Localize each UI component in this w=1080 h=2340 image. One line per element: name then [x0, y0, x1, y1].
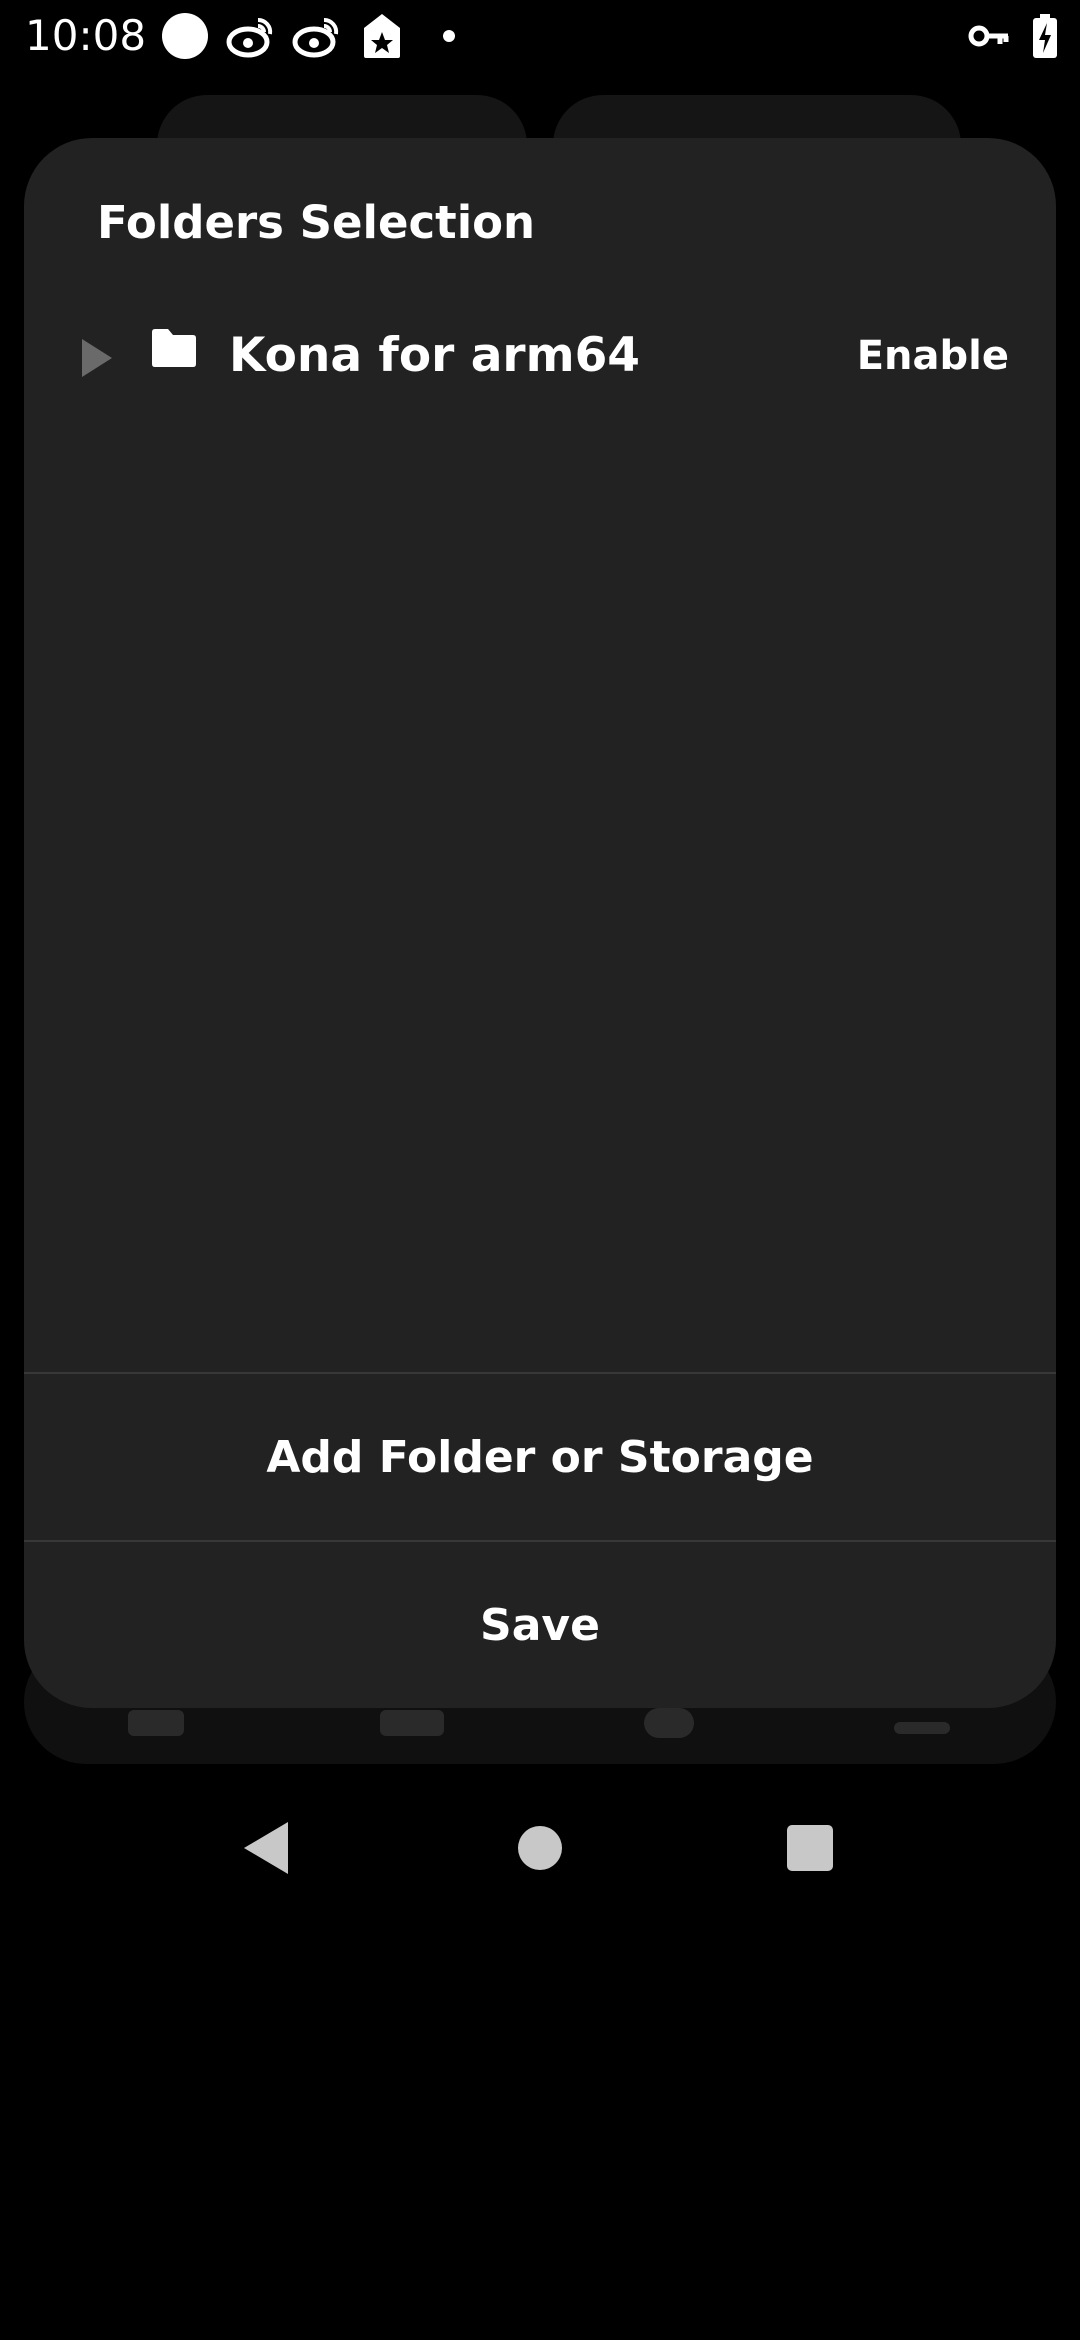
folder-row[interactable]: Kona for arm64 Enable	[24, 308, 1056, 408]
folder-name: Kona for arm64	[229, 328, 640, 383]
background-nav-icon	[894, 1722, 950, 1734]
folders-selection-dialog: Folders Selection Kona for arm64 Enable …	[24, 138, 1056, 1708]
background-nav-icon	[128, 1710, 184, 1736]
vpn-key-icon	[968, 25, 1009, 47]
recents-icon[interactable]	[787, 1825, 833, 1871]
back-icon[interactable]	[244, 1822, 288, 1874]
background-nav-icon	[380, 1710, 444, 1736]
weibo-icon	[226, 17, 273, 58]
screen: 10:08 Folders Selection Kona for arm64 E…	[0, 0, 1080, 2340]
system-navigation-bar	[0, 1800, 1080, 1896]
background-nav-icon	[644, 1708, 694, 1738]
add-folder-button[interactable]: Add Folder or Storage	[24, 1374, 1056, 1540]
folder-icon	[152, 329, 196, 367]
triangle-right-icon[interactable]	[82, 339, 112, 377]
dot-icon	[443, 30, 455, 42]
store-tag-icon	[364, 14, 400, 58]
status-bar: 10:08	[0, 0, 1080, 72]
circle-notification-icon	[162, 13, 208, 59]
enable-button[interactable]: Enable	[857, 328, 1009, 384]
save-button[interactable]: Save	[24, 1542, 1056, 1708]
dialog-title: Folders Selection	[97, 196, 536, 249]
home-icon[interactable]	[518, 1826, 562, 1870]
battery-charging-icon	[1033, 14, 1057, 58]
weibo-icon	[292, 17, 339, 58]
status-time: 10:08	[25, 11, 147, 60]
